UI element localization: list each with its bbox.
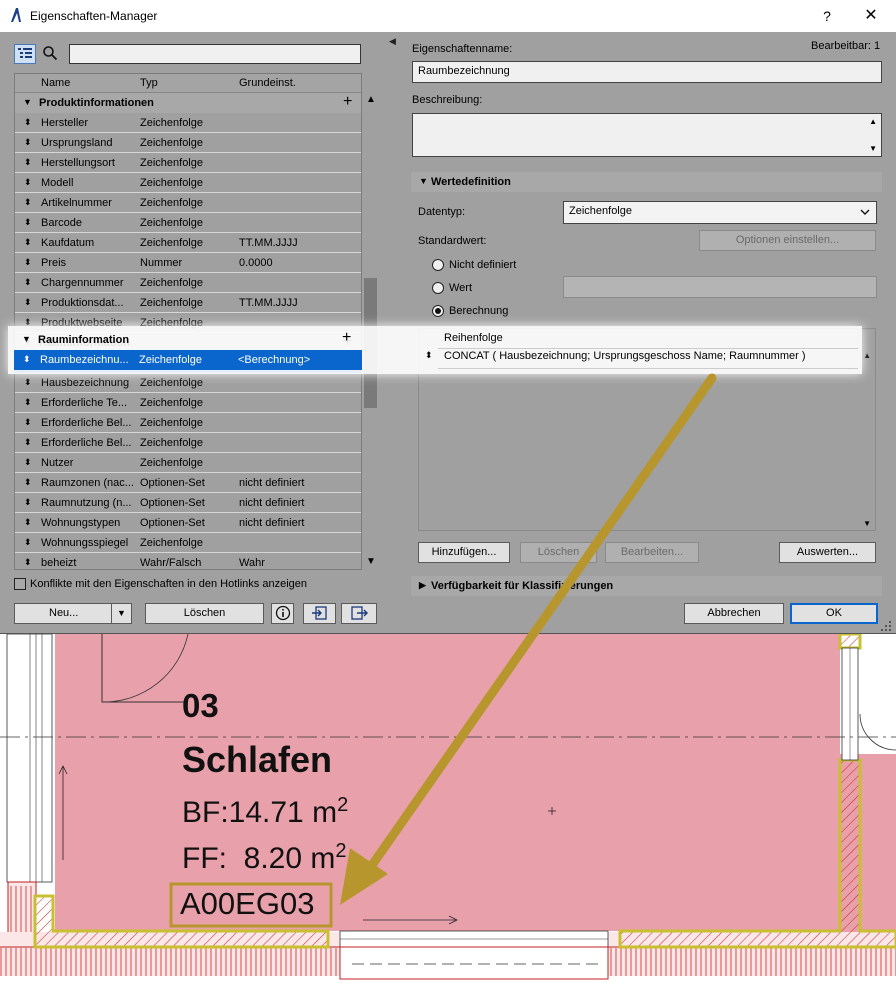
annotation-arrow-icon bbox=[340, 373, 717, 905]
